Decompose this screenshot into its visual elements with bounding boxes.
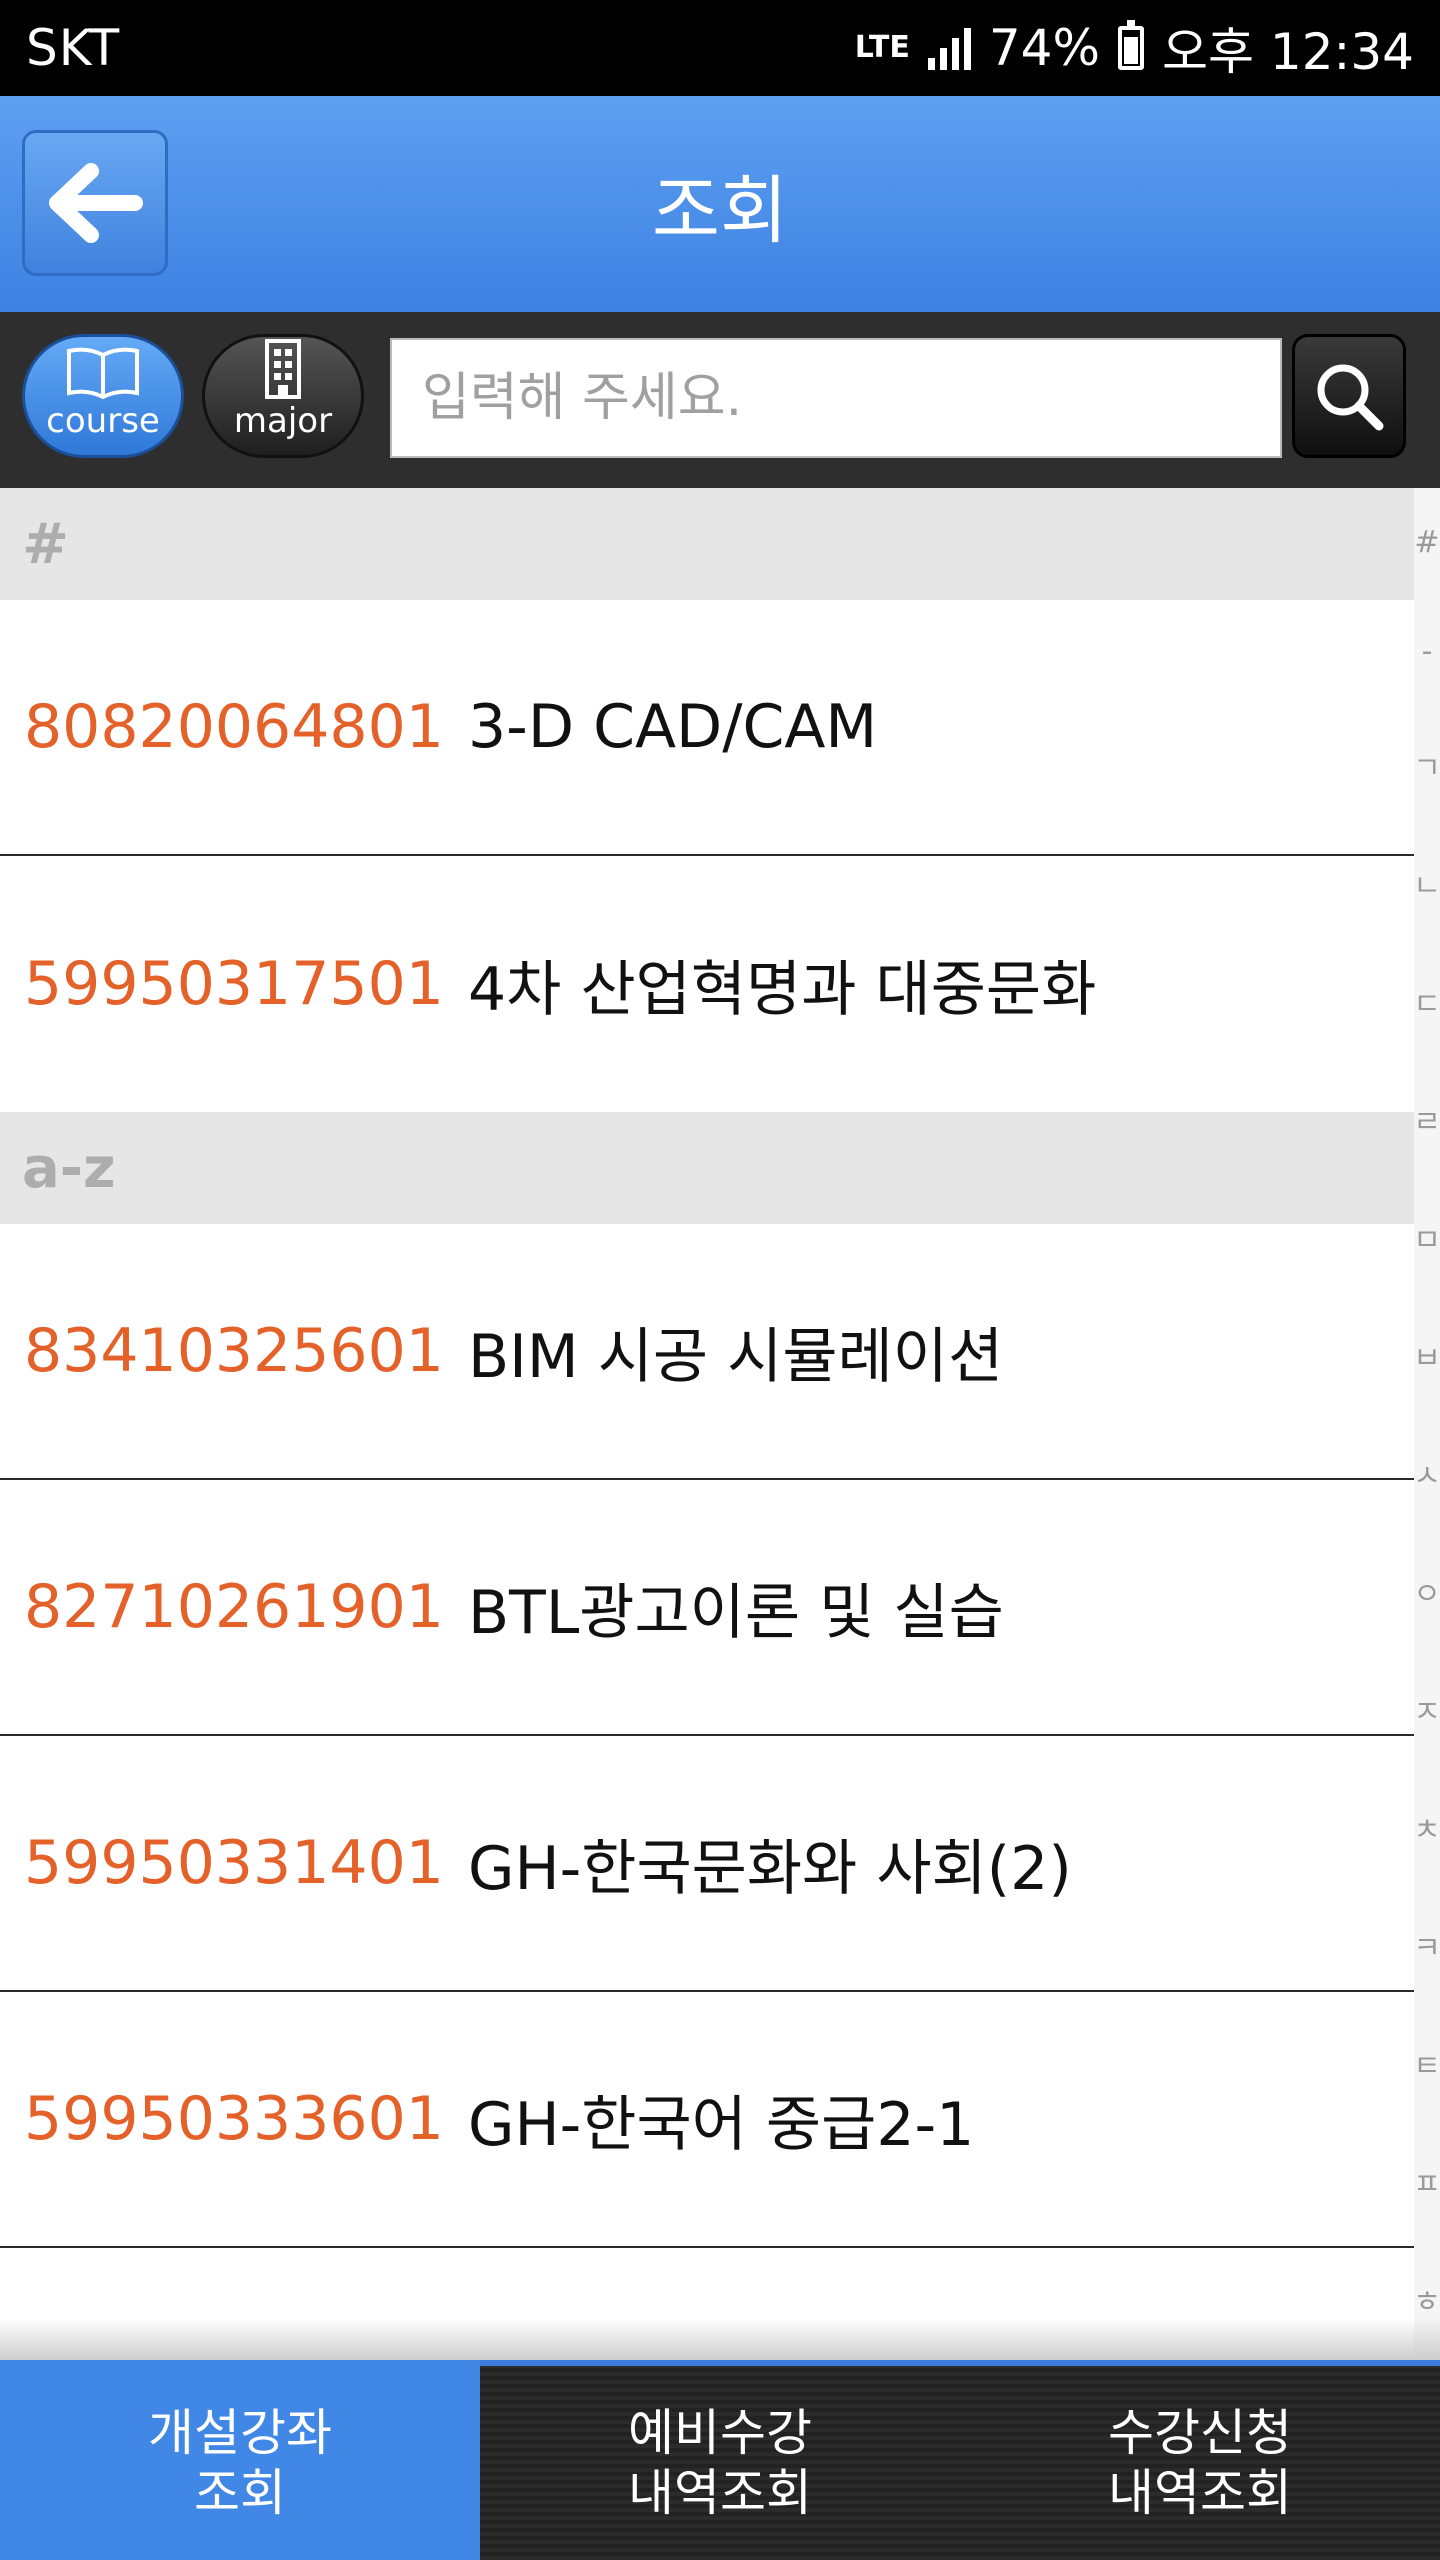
list-item[interactable]: 83410325601 BIM 시공 시뮬레이션 — [0, 1224, 1414, 1480]
list-item[interactable]: 59950331401 GH-한국문화와 사회(2) — [0, 1736, 1414, 1992]
tab-registration-history[interactable]: 수강신청 내역조회 — [960, 2360, 1440, 2560]
list-item[interactable]: 82710261901 BTL광고이론 및 실습 — [0, 1480, 1414, 1736]
major-label: major — [233, 401, 333, 441]
back-arrow-icon — [49, 163, 143, 243]
section-header: a-z — [0, 1112, 1414, 1224]
course-list: # 80820064801 3-D CAD/CAM 59950317501 4차… — [0, 488, 1414, 2248]
course-code: 59950331401 — [24, 1828, 444, 1898]
carrier-label: SKT — [26, 19, 121, 77]
course-code: 59950317501 — [24, 949, 444, 1019]
network-type: LTE — [854, 30, 910, 65]
course-code: 83410325601 — [24, 1316, 444, 1386]
course-name: 4차 산업혁명과 대중문화 — [468, 954, 1097, 1025]
list-item[interactable]: 59950333601 GH-한국어 중급2-1 — [0, 1992, 1414, 2248]
index-letter[interactable]: ㅈ — [1413, 1687, 1440, 1731]
clock: 오후 12:34 — [1162, 23, 1414, 81]
index-letter[interactable]: ㅇ — [1413, 1569, 1440, 1613]
battery-icon — [1118, 20, 1144, 70]
index-letter[interactable]: ㄴ — [1413, 861, 1440, 905]
index-letter[interactable]: - — [1422, 634, 1433, 669]
index-letter[interactable]: ㅊ — [1413, 1805, 1440, 1849]
course-name: 3-D CAD/CAM — [468, 692, 878, 762]
index-letter[interactable]: ㄷ — [1413, 979, 1440, 1023]
index-letter[interactable]: ㅂ — [1413, 1333, 1440, 1377]
tab-open-courses[interactable]: 개설강좌 조회 — [0, 2360, 480, 2560]
index-scrollbar[interactable]: # - ㄱ ㄴ ㄷ ㄹ ㅁ ㅂ ㅅ ㅇ ㅈ ㅊ ㅋ ㅌ ㅍ ㅎ — [1413, 488, 1440, 2358]
section-header: # — [0, 488, 1414, 600]
app-header: 조회 — [0, 96, 1440, 312]
list-item[interactable]: 80820064801 3-D CAD/CAM — [0, 600, 1414, 856]
status-bar: SKT LTE 74% 오후 12:34 — [0, 0, 1440, 96]
bottom-tab-bar: 개설강좌 조회 예비수강 내역조회 수강신청 내역조회 — [0, 2318, 1440, 2560]
book-icon — [67, 347, 139, 399]
course-name: BTL광고이론 및 실습 — [468, 1577, 1004, 1648]
back-button[interactable] — [22, 130, 168, 276]
search-input[interactable] — [390, 338, 1282, 458]
search-button[interactable] — [1292, 334, 1406, 458]
signal-icon — [927, 26, 971, 70]
index-letter[interactable]: ㅌ — [1413, 2041, 1440, 2085]
search-icon — [1317, 364, 1384, 431]
index-letter[interactable]: # — [1414, 525, 1439, 560]
tab-pre-registration[interactable]: 예비수강 내역조회 — [480, 2360, 960, 2560]
course-code: 82710261901 — [24, 1572, 444, 1642]
list-item[interactable]: 59950317501 4차 산업혁명과 대중문화 — [0, 856, 1414, 1112]
course-label: course — [46, 401, 160, 441]
course-name: BIM 시공 시뮬레이션 — [468, 1321, 1004, 1392]
index-letter[interactable]: ㅎ — [1413, 2277, 1440, 2321]
course-button[interactable]: course — [22, 334, 184, 458]
course-name: GH-한국어 중급2-1 — [468, 2089, 975, 2160]
course-code: 80820064801 — [24, 692, 444, 762]
search-toolbar: course major — [0, 312, 1440, 488]
index-letter[interactable]: ㄱ — [1413, 743, 1440, 787]
index-letter[interactable]: ㅁ — [1413, 1215, 1440, 1259]
course-code: 59950333601 — [24, 2084, 444, 2154]
major-button[interactable]: major — [202, 334, 364, 458]
status-right: LTE 74% 오후 12:34 — [855, 12, 1414, 84]
course-name: GH-한국문화와 사회(2) — [468, 1833, 1072, 1904]
index-letter[interactable]: ㅋ — [1413, 1923, 1440, 1967]
battery-percent: 74% — [988, 19, 1100, 77]
building-icon — [265, 339, 301, 399]
index-letter[interactable]: ㅍ — [1413, 2159, 1440, 2203]
page-title: 조회 — [651, 167, 789, 254]
index-letter[interactable]: ㅅ — [1413, 1451, 1440, 1495]
index-letter[interactable]: ㄹ — [1413, 1097, 1440, 1141]
